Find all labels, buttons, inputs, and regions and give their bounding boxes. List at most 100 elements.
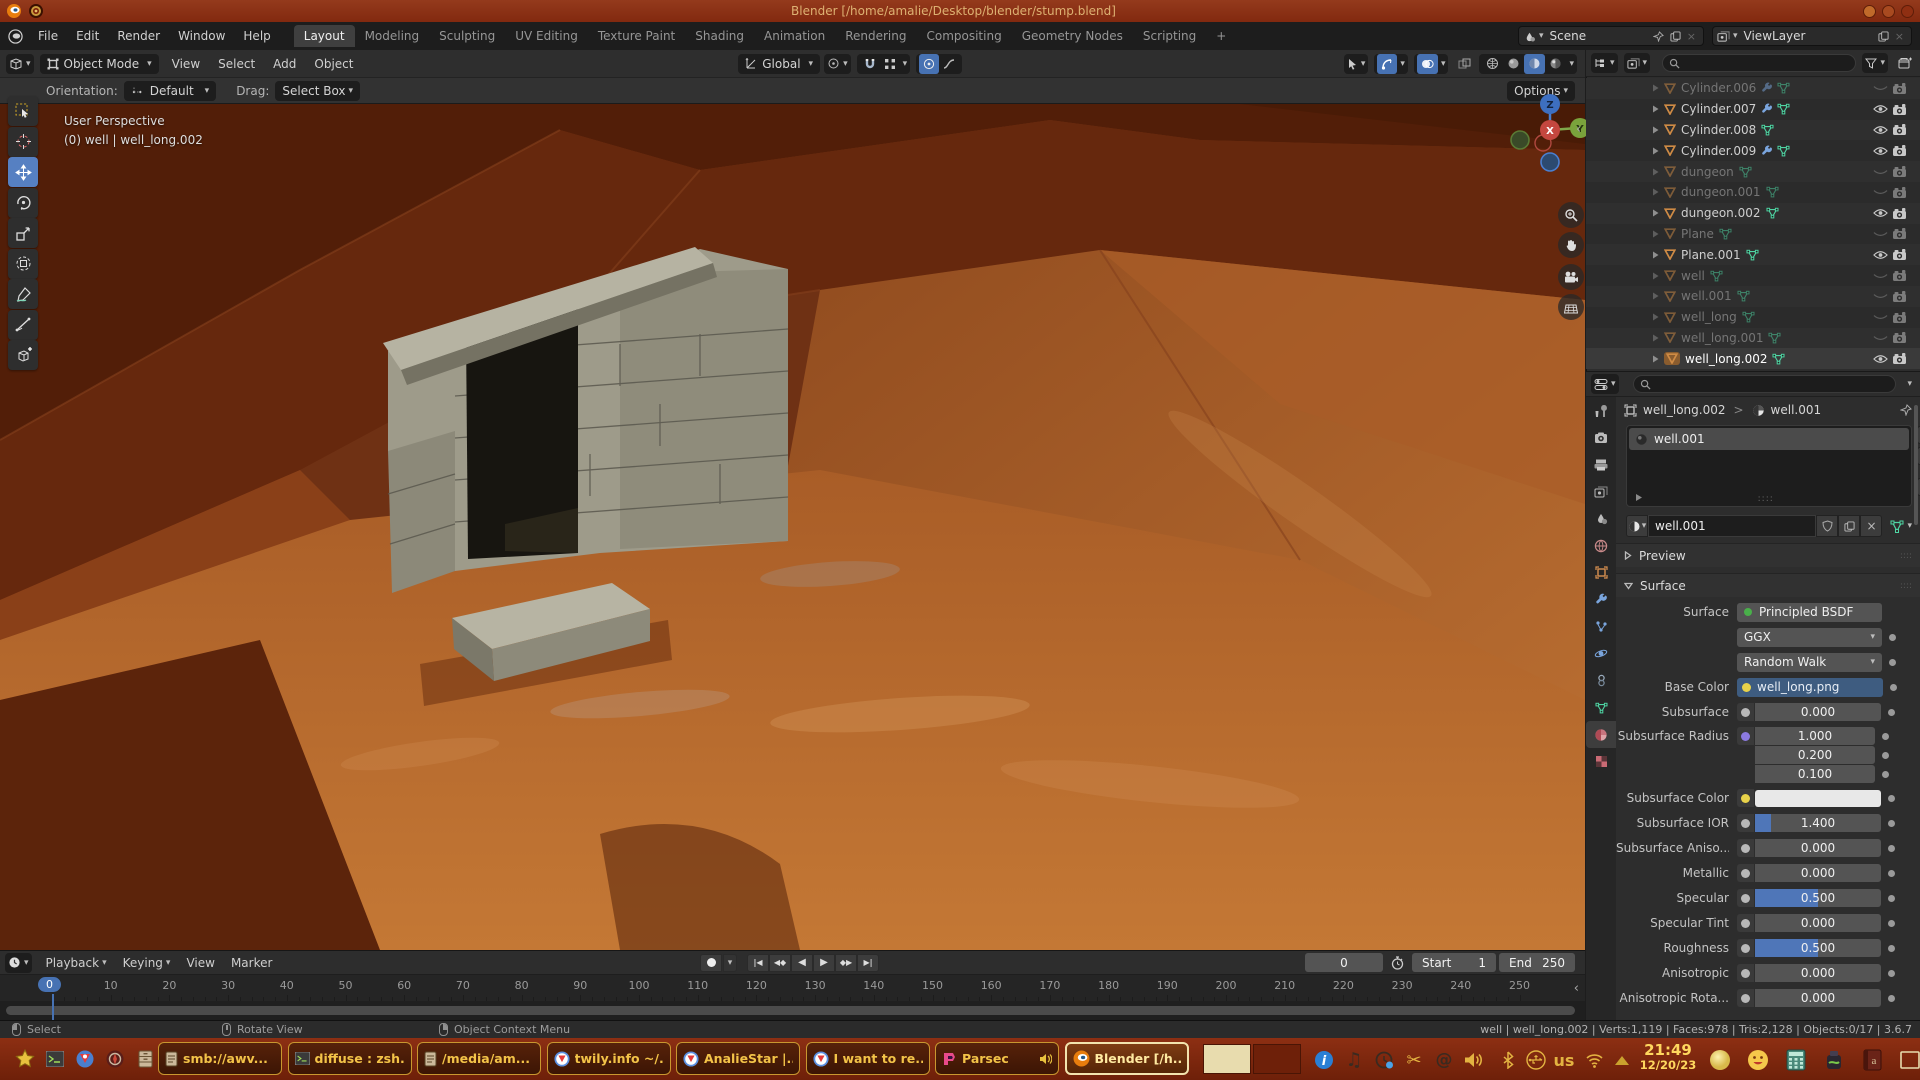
new-collection-button[interactable]	[1894, 53, 1916, 73]
outliner-filter-dropdown[interactable]: ▾	[1862, 53, 1888, 73]
object-triangle-icon[interactable]	[1664, 270, 1676, 281]
breadcrumb-material[interactable]: well.001	[1771, 403, 1822, 417]
eye-open-icon[interactable]	[1870, 354, 1890, 364]
current-frame-field[interactable]: 0	[1305, 953, 1383, 972]
expand-arrow-icon[interactable]	[1652, 230, 1659, 238]
socket-dot-button[interactable]	[1737, 864, 1754, 882]
timeline-collapse-arrow[interactable]: ‹	[1574, 981, 1579, 996]
sidebar-collapse-arrow[interactable]: ‹	[1576, 122, 1581, 137]
properties-tab-physics[interactable]	[1586, 640, 1616, 667]
new-viewlayer-icon[interactable]	[1878, 31, 1889, 42]
pin-icon[interactable]	[1900, 404, 1912, 416]
task-button-0[interactable]: smb://awv...	[158, 1042, 282, 1075]
task-button-2[interactable]: /media/am...	[417, 1042, 541, 1075]
material-slot[interactable]: well.001	[1629, 428, 1909, 450]
browse-material-button[interactable]: ▾	[1626, 515, 1648, 537]
decorator-dot[interactable]	[1882, 752, 1889, 759]
navigation-gizmo[interactable]: Z Y X	[1495, 90, 1595, 200]
camera-visibility-icon[interactable]	[1890, 124, 1910, 135]
object-triangle-icon[interactable]	[1664, 166, 1676, 177]
workspace-tab-animation[interactable]: Animation	[754, 25, 835, 47]
eye-closed-icon[interactable]	[1870, 312, 1890, 322]
object-triangle-icon[interactable]	[1664, 83, 1676, 94]
menu-help[interactable]: Help	[234, 25, 279, 47]
object-name[interactable]: Plane.001	[1681, 248, 1741, 262]
tool-transform[interactable]	[8, 249, 38, 279]
viewport-menu-object[interactable]: Object	[305, 53, 362, 75]
surface-panel-header[interactable]: Surface ::::	[1616, 573, 1920, 597]
xray-toggle-icon[interactable]	[1454, 54, 1475, 74]
camera-view-button[interactable]	[1558, 264, 1584, 290]
unlink-material-icon[interactable]: ×	[1860, 515, 1882, 537]
breadcrumb-object[interactable]: well_long.002	[1643, 403, 1725, 417]
object-name[interactable]: Cylinder.009	[1681, 144, 1756, 158]
rendered-shading-icon[interactable]	[1545, 54, 1566, 74]
camera-visibility-icon[interactable]	[1890, 166, 1910, 177]
outliner-filter-mode[interactable]: ▾	[1624, 53, 1651, 73]
tray-arrow-up-icon[interactable]	[1610, 1048, 1634, 1072]
object-name[interactable]: well_long.001	[1681, 331, 1763, 345]
remove-viewlayer-icon[interactable]: ×	[1895, 30, 1904, 43]
timeline-menu-keying[interactable]: Keying▾	[115, 953, 179, 973]
camera-visibility-icon[interactable]	[1890, 270, 1910, 281]
object-name[interactable]: well_long.002	[1685, 352, 1767, 366]
expand-arrow-icon[interactable]	[1635, 493, 1643, 502]
outliner-item-dungeon.002[interactable]: dungeon.002	[1586, 203, 1920, 224]
task-button-4[interactable]: AnalieStar |...	[676, 1042, 800, 1075]
properties-tab-constraints[interactable]	[1586, 667, 1616, 694]
unlink-scene-icon[interactable]: ×	[1687, 30, 1696, 43]
tray-scissors-icon[interactable]: ✂	[1402, 1048, 1426, 1072]
object-triangle-icon[interactable]	[1664, 145, 1676, 156]
value-slider-metallic[interactable]: 0.000	[1755, 864, 1881, 882]
drag-setting-dropdown[interactable]: Select Box ▾	[275, 81, 360, 101]
tool-cursor[interactable]	[8, 127, 38, 157]
object-name[interactable]: Cylinder.008	[1681, 123, 1756, 137]
object-triangle-icon[interactable]	[1664, 228, 1676, 239]
workspace-tab-compositing[interactable]: Compositing	[916, 25, 1011, 47]
timeline-ruler[interactable]: 1020304050607080901001101201301401501601…	[0, 975, 1585, 1001]
solid-shading-icon[interactable]	[1503, 54, 1524, 74]
tray-usb-icon[interactable]	[1524, 1048, 1548, 1072]
eye-closed-icon[interactable]	[1870, 333, 1890, 343]
viewport-menu-add[interactable]: Add	[264, 53, 305, 75]
properties-tab-output[interactable]	[1586, 451, 1616, 478]
expand-arrow-icon[interactable]	[1652, 147, 1659, 155]
menu-window[interactable]: Window	[169, 25, 234, 47]
tray-show-desktop-icon[interactable]	[1898, 1048, 1920, 1072]
decorator-dot[interactable]	[1888, 945, 1895, 952]
tray-dictionary-icon[interactable]: a	[1860, 1048, 1884, 1072]
value-slider-subsurface[interactable]: 0.000	[1755, 703, 1881, 721]
preview-panel-header[interactable]: Preview ::::	[1616, 543, 1920, 567]
chevron-down-icon[interactable]: ▾	[903, 59, 908, 69]
workspace-tab-layout[interactable]: Layout	[294, 25, 355, 47]
outliner-display-mode[interactable]: ▾	[1591, 53, 1618, 73]
tray-calculator-icon[interactable]	[1784, 1048, 1808, 1072]
task-button-1[interactable]: diffuse : zsh...	[288, 1042, 412, 1075]
eye-open-icon[interactable]	[1870, 104, 1890, 114]
viewport-menu-select[interactable]: Select	[209, 53, 264, 75]
material-slot-list[interactable]: well.001 :::: + − ▾	[1626, 425, 1912, 507]
socket-dot-button[interactable]	[1737, 939, 1754, 957]
camera-visibility-icon[interactable]	[1890, 83, 1910, 94]
tray-clock-sync-icon[interactable]	[1372, 1048, 1396, 1072]
object-triangle-icon[interactable]	[1664, 352, 1680, 365]
socket-dot-button[interactable]	[1737, 889, 1754, 907]
value-slider-anisotropic[interactable]: 0.000	[1755, 964, 1881, 982]
camera-visibility-icon[interactable]	[1890, 208, 1910, 219]
object-name[interactable]: dungeon.002	[1681, 206, 1761, 220]
tray-wifi-icon[interactable]	[1582, 1048, 1606, 1072]
expand-arrow-icon[interactable]	[1652, 188, 1659, 196]
pin-icon[interactable]	[1653, 31, 1664, 42]
properties-tab-modifiers[interactable]	[1586, 586, 1616, 613]
vector-dot-button[interactable]	[1737, 727, 1754, 745]
properties-search-input[interactable]	[1633, 375, 1897, 393]
properties-tab-particles[interactable]	[1586, 613, 1616, 640]
record-options[interactable]: ▾	[723, 954, 737, 972]
workspace-tab-shading[interactable]: Shading	[685, 25, 754, 47]
value-slider-roughness[interactable]: 0.500	[1755, 939, 1881, 957]
properties-tab-texture[interactable]	[1586, 748, 1616, 775]
expand-arrow-icon[interactable]	[1652, 209, 1659, 217]
tray-smiley-icon[interactable]	[1746, 1048, 1770, 1072]
timeline-menu-marker[interactable]: Marker	[223, 953, 280, 973]
blender-menu-icon[interactable]	[8, 29, 23, 44]
